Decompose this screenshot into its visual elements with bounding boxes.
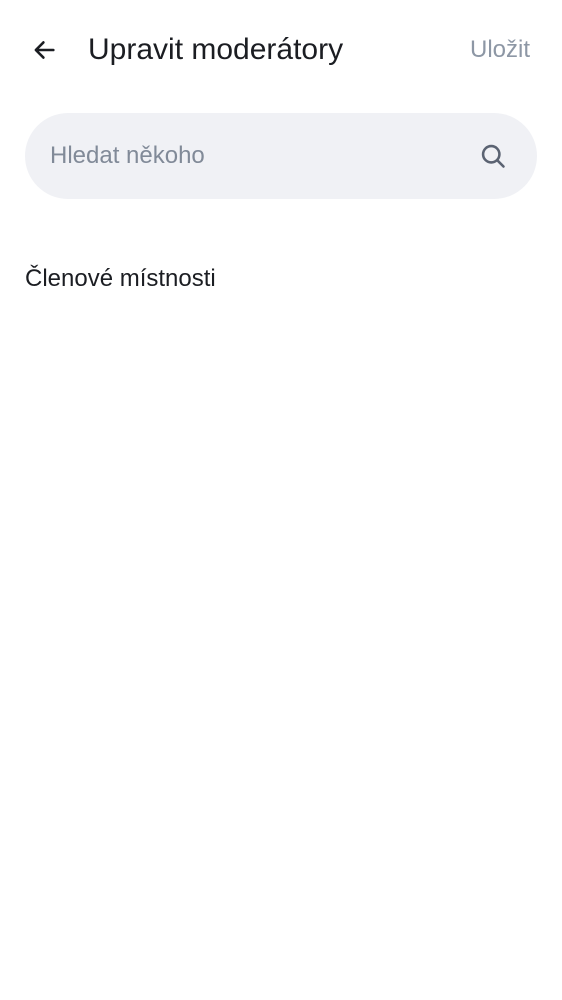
search-bar[interactable] bbox=[25, 113, 537, 199]
save-button[interactable]: Uložit bbox=[470, 32, 530, 68]
arrow-left-icon bbox=[34, 41, 55, 59]
page-title: Upravit moderátory bbox=[88, 33, 344, 66]
edit-moderators-screen: Upravit moderátory Uložit Členové místno… bbox=[0, 0, 562, 1000]
search-icon[interactable] bbox=[479, 142, 507, 170]
top-app-bar: Upravit moderátory Uložit bbox=[0, 0, 562, 100]
search-input[interactable] bbox=[50, 113, 470, 199]
back-button[interactable] bbox=[22, 28, 66, 72]
room-members-heading: Členové místnosti bbox=[25, 265, 216, 292]
